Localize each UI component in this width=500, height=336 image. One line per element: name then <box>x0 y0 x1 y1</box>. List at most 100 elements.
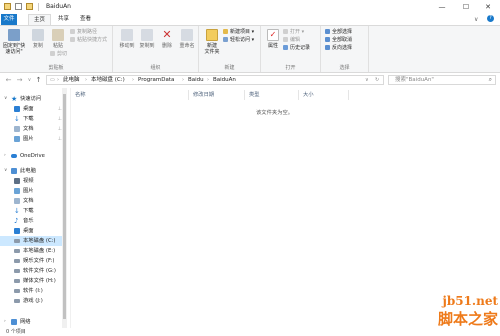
maximize-button[interactable]: ☐ <box>456 0 476 14</box>
breadcrumb-programdata[interactable]: ProgramData <box>138 77 174 84</box>
nav-pc-pictures[interactable]: 图片 <box>0 186 64 196</box>
forward-arrow-icon[interactable]: → <box>15 76 24 85</box>
nav-pc-local-disk-c[interactable]: 本地磁盘 (C:) <box>0 236 64 246</box>
computer-icon <box>11 168 17 174</box>
search-icon: ⌕ <box>488 76 492 83</box>
new-group: 新建 文件夹 新建项目 ▾ 轻松访问 ▾ 新建 <box>199 26 261 72</box>
column-header-name[interactable]: 名称 <box>71 90 189 100</box>
cut-button[interactable]: 剪切 <box>50 51 67 58</box>
organize-group-label: 组织 <box>150 65 161 71</box>
nav-pc-drive-i[interactable]: 软件 (I:) <box>0 286 64 296</box>
nav-pc-downloads[interactable]: ↓ 下载 <box>0 206 64 216</box>
drive-icon <box>14 259 20 263</box>
watermark-name: 脚本之家 <box>437 310 498 328</box>
copy-to-button[interactable]: 复制到 <box>137 29 157 49</box>
history-button[interactable]: 历史记录 <box>283 45 310 52</box>
recent-locations-chevron-icon[interactable]: ∨ <box>25 76 34 85</box>
tab-file[interactable]: 文件 <box>1 14 17 25</box>
properties-button[interactable]: ✓ 属性 <box>263 29 283 49</box>
easy-access-button[interactable]: 轻松访问 ▾ <box>223 37 254 44</box>
chevron-right-icon: › <box>182 77 184 83</box>
select-all-button[interactable]: 全部选择 <box>325 29 352 36</box>
file-list[interactable]: 名称 修改日期 类型 大小 该文件夹为空。 <box>71 88 500 328</box>
nav-pc-drive-j[interactable]: 游戏 (J:) <box>0 296 64 306</box>
copy-button[interactable]: 复制 <box>28 29 48 49</box>
chevron-right-icon: › <box>4 319 6 324</box>
nav-this-pc[interactable]: ∨ 此电脑 <box>0 166 64 176</box>
nav-pc-documents[interactable]: 文档 <box>0 196 64 206</box>
cloud-icon <box>11 154 17 158</box>
help-icon[interactable]: ? <box>487 15 494 22</box>
history-icon <box>283 45 288 50</box>
open-button[interactable]: 打开 ▾ <box>283 29 304 36</box>
invert-selection-icon <box>325 45 330 50</box>
address-dropdown-chevron-icon[interactable]: ∨ <box>365 77 369 84</box>
pictures-icon <box>14 188 20 194</box>
nav-pc-drive-h[interactable]: 媒体文件 (H:) <box>0 276 64 286</box>
new-item-button[interactable]: 新建项目 ▾ <box>223 29 254 36</box>
column-header-date-modified[interactable]: 修改日期 <box>189 90 245 100</box>
breadcrumb-baiduan[interactable]: BaiduAn <box>213 77 236 84</box>
delete-button[interactable]: ✕ 删除 <box>157 28 177 50</box>
nav-qa-downloads[interactable]: ↓ 下载 ⊥ <box>0 114 64 124</box>
folder-icon <box>4 3 11 10</box>
item-count: 0 个项目 <box>6 329 26 335</box>
chevron-down-icon: ∨ <box>4 96 8 101</box>
scissors-icon <box>50 51 55 56</box>
move-to-button[interactable]: 移动到 <box>117 29 137 49</box>
invert-selection-button[interactable]: 反向选择 <box>325 45 352 52</box>
search-input[interactable]: 搜索"BaiduAn" ⌕ <box>388 75 496 85</box>
nav-qa-documents[interactable]: 文档 ⊥ <box>0 124 64 134</box>
chevron-right-icon: › <box>4 153 6 158</box>
tab-view[interactable]: 查看 <box>75 14 96 25</box>
nav-quick-access[interactable]: ∨ ★ 快速访问 <box>0 94 64 104</box>
select-none-icon <box>325 37 330 42</box>
chevron-right-icon: › <box>207 77 209 83</box>
nav-pc-drive-g[interactable]: 软件文件 (G:) <box>0 266 64 276</box>
drive-icon <box>14 239 20 243</box>
chevron-right-icon: › <box>57 77 59 83</box>
nav-pc-drive-f[interactable]: 娱乐文件 (F:) <box>0 256 64 266</box>
watermark-domain: jb51.net <box>442 294 498 308</box>
collapse-ribbon-icon[interactable]: ∨ <box>474 16 478 23</box>
paste-button[interactable]: 粘贴 <box>48 29 68 49</box>
new-folder-quick-icon[interactable] <box>26 3 33 10</box>
folder-location-icon: ▭ <box>50 77 55 83</box>
nav-pc-videos[interactable]: 视频 <box>0 176 64 186</box>
breadcrumb-baidu[interactable]: Baidu <box>188 77 204 84</box>
nav-onedrive[interactable]: › OneDrive <box>0 151 64 161</box>
pictures-icon <box>14 136 20 142</box>
nav-qa-desktop[interactable]: 桌面 ⊥ <box>0 104 64 114</box>
paste-shortcut-icon <box>70 37 75 42</box>
breadcrumb-local-disk-c[interactable]: 本地磁盘 (C:) <box>91 77 125 84</box>
nav-qa-pictures[interactable]: 图片 ⊥ <box>0 134 64 144</box>
tab-share[interactable]: 共享 <box>53 14 74 25</box>
nav-scrollbar-thumb[interactable] <box>63 94 66 319</box>
nav-pc-music[interactable]: ♪ 音乐 <box>0 216 64 226</box>
rename-button[interactable]: 重命名 <box>177 29 197 49</box>
column-header-size[interactable]: 大小 <box>299 90 349 100</box>
column-header-type[interactable]: 类型 <box>245 90 299 100</box>
nav-pc-local-disk-e[interactable]: 本地磁盘 (E:) <box>0 246 64 256</box>
star-icon: ★ <box>11 95 18 103</box>
nav-network[interactable]: › 网络 <box>0 317 64 327</box>
properties-quick-icon[interactable] <box>15 3 22 10</box>
minimize-button[interactable]: — <box>432 0 452 14</box>
up-arrow-icon[interactable]: ↑ <box>34 76 43 85</box>
close-button[interactable]: ✕ <box>478 0 498 14</box>
paste-icon <box>52 29 64 41</box>
back-arrow-icon[interactable]: ← <box>4 76 13 85</box>
edit-button[interactable]: 编辑 <box>283 37 300 44</box>
pin-quick-access-button[interactable]: 固定到"快速访问" <box>2 29 26 55</box>
copy-path-button[interactable]: 复制路径 <box>70 29 97 36</box>
breadcrumb-this-pc[interactable]: 此电脑 <box>63 77 80 84</box>
refresh-icon[interactable]: ↻ <box>375 77 379 84</box>
address-bar[interactable]: ▭ › 此电脑 › 本地磁盘 (C:) › ProgramData › Baid… <box>46 75 384 85</box>
network-icon <box>11 319 17 325</box>
paste-shortcut-button[interactable]: 粘贴快捷方式 <box>70 37 107 44</box>
select-none-button[interactable]: 全部取消 <box>325 37 352 44</box>
delete-icon: ✕ <box>162 28 172 41</box>
copy-to-icon <box>141 29 153 41</box>
new-folder-button[interactable]: 新建 文件夹 <box>201 29 223 55</box>
nav-pc-desktop[interactable]: 桌面 <box>0 226 64 236</box>
